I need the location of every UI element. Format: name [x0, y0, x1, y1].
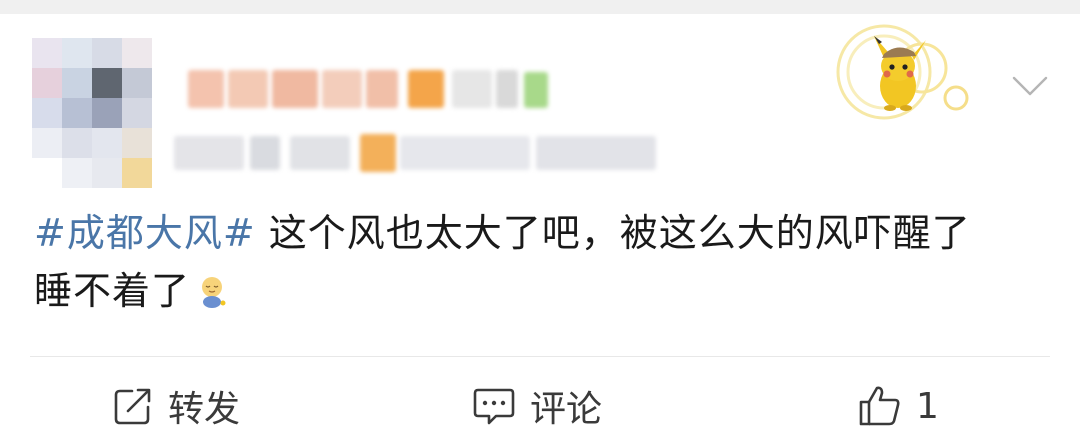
comment-label: 评论	[530, 389, 603, 430]
weibo-post-card: #成都大风# 这个风也太大了吧，被这么大的风吓醒了 睡不着了 转发 评论 1	[0, 14, 1080, 445]
action-bar-divider	[30, 356, 1050, 357]
repost-label: 转发	[168, 389, 241, 430]
repost-button[interactable]: 转发	[112, 376, 240, 436]
post-text-line1: 这个风也太大了吧，被这么大的风吓醒了	[255, 211, 971, 255]
more-options-button[interactable]	[1010, 70, 1050, 102]
comment-button[interactable]: 评论	[472, 376, 602, 436]
chevron-down-icon	[1012, 76, 1048, 96]
repost-icon	[114, 388, 151, 425]
post-body: #成都大风# 这个风也太大了吧，被这么大的风吓醒了 睡不着了	[34, 204, 1054, 320]
sleepy-face-emoji	[194, 268, 230, 308]
avatar[interactable]	[32, 38, 152, 188]
post-text-line2: 睡不着了	[34, 269, 191, 313]
like-button[interactable]: 1	[858, 376, 939, 436]
hashtag-link[interactable]: #成都大风#	[34, 211, 256, 255]
like-count: 1	[916, 385, 939, 427]
pikachu-badge-decoration	[822, 22, 972, 132]
top-separator-strip	[0, 0, 1080, 14]
comment-icon	[473, 388, 515, 425]
thumbs-up-icon	[859, 386, 900, 426]
